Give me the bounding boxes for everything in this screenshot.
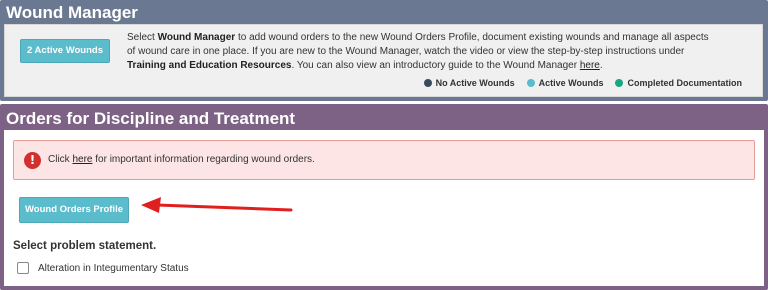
wound-manager-body: 2 Active Wounds Select Wound Manager to … — [4, 24, 763, 97]
description-bold-training: Training and Education Resources — [127, 60, 292, 71]
orders-body: ! Click here for important information r… — [4, 130, 764, 286]
description-text: . You can also view an introductory guid… — [291, 60, 580, 71]
legend-label: Completed Documentation — [627, 78, 742, 88]
alert-message: Click here for important information reg… — [48, 154, 315, 165]
orders-title: Orders for Discipline and Treatment — [6, 109, 296, 128]
wound-manager-title: Wound Manager — [6, 3, 138, 22]
wound-manager-description: Select Wound Manager to add wound orders… — [127, 31, 717, 73]
problem-option-label: Alteration in Integumentary Status — [38, 262, 189, 274]
alert-text-prefix: Click — [48, 154, 73, 165]
wound-manager-panel: Wound Manager 2 Active Wounds Select Wou… — [0, 0, 768, 101]
wound-orders-alert: ! Click here for important information r… — [13, 140, 755, 180]
description-text: Select — [127, 32, 158, 43]
legend-item-active: Active Wounds — [526, 78, 604, 88]
wound-orders-profile-button[interactable]: Wound Orders Profile — [19, 197, 129, 223]
wound-status-legend: No Active Wounds Active Wounds Completed… — [423, 78, 742, 88]
status-dot-icon — [526, 79, 535, 87]
alert-text-suffix: for important information regarding woun… — [92, 154, 315, 165]
guide-here-link[interactable]: here — [580, 60, 600, 71]
legend-label: No Active Wounds — [435, 78, 515, 88]
problem-option-row[interactable]: Alteration in Integumentary Status — [17, 262, 189, 274]
orders-panel: Orders for Discipline and Treatment ! Cl… — [0, 104, 768, 290]
legend-item-no-active: No Active Wounds — [423, 78, 515, 88]
status-dot-icon — [615, 79, 624, 87]
legend-item-completed: Completed Documentation — [615, 78, 742, 88]
problem-option-checkbox[interactable] — [17, 262, 29, 274]
status-dot-icon — [423, 79, 432, 87]
description-bold-wound-manager: Wound Manager — [157, 32, 236, 43]
description-text: . — [599, 60, 603, 71]
exclamation-icon: ! — [24, 152, 41, 169]
problem-statement-label: Select problem statement. — [13, 240, 157, 252]
alert-here-link[interactable]: here — [72, 154, 92, 165]
pointer-arrow-icon — [141, 197, 293, 213]
legend-label: Active Wounds — [538, 78, 604, 88]
active-wounds-button[interactable]: 2 Active Wounds — [20, 39, 110, 63]
